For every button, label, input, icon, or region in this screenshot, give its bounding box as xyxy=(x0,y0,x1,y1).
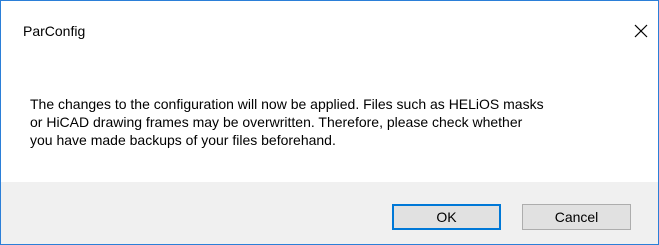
dialog-window: ParConfig The changes to the configurati… xyxy=(0,0,659,245)
ok-button[interactable]: OK xyxy=(392,204,501,230)
close-button[interactable] xyxy=(624,15,658,47)
dialog-content: The changes to the configuration will no… xyxy=(1,61,658,182)
cancel-button[interactable]: Cancel xyxy=(522,204,631,230)
close-icon xyxy=(634,24,648,38)
window-title: ParConfig xyxy=(23,23,86,39)
title-bar[interactable]: ParConfig xyxy=(1,1,658,61)
dialog-message: The changes to the configuration will no… xyxy=(30,96,544,148)
button-footer: OK Cancel xyxy=(1,182,658,244)
